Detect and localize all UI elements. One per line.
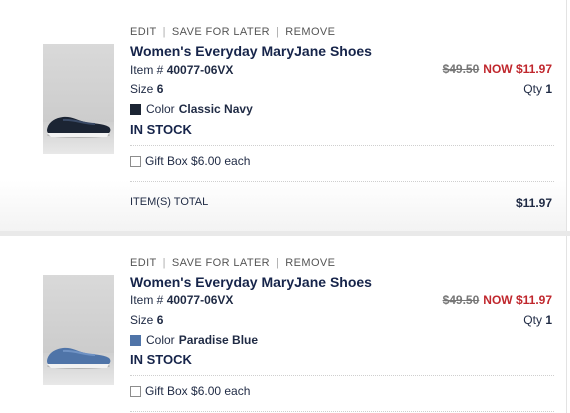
item-number-label: Item # [130,293,164,307]
cart-item-1: EDIT | SAVE FOR LATER | REMOVE Women's Every… [0,0,567,231]
size: Size 6 [130,313,163,327]
divider-line [130,145,554,146]
was-price: $49.50 [442,293,480,307]
color-swatch [130,334,141,346]
gift-box-checkbox[interactable] [130,385,141,397]
product-title[interactable]: Women's Everyday MaryJane Shoes [130,274,372,290]
remove-link[interactable]: REMOVE [285,257,335,269]
price: $49.50 NOW $11.97 [443,62,552,76]
gift-box-checkbox[interactable] [130,155,141,167]
shoe-icon [47,347,111,368]
item-number: Item # 40077-06VX [130,293,233,307]
color-label: Color [146,333,175,347]
gift-box-label[interactable]: Gift Box $6.00 each [145,154,250,168]
color-swatch [130,103,141,115]
shoe-icon [47,116,111,137]
was-price: $49.50 [442,62,480,76]
save-for-later-link[interactable]: SAVE FOR LATER [172,257,270,269]
item-number-label: Item # [130,63,164,77]
items-total-label: ITEM(S) TOTAL [130,196,209,208]
now-price: $11.97 [515,62,552,76]
divider: | [276,257,280,269]
now-label: NOW [483,293,513,307]
color-value: Classic Navy [178,102,253,116]
edit-link[interactable]: EDIT [130,257,157,269]
size-value: 6 [156,82,164,96]
product-title[interactable]: Women's Everyday MaryJane Shoes [130,43,372,59]
color: Color Paradise Blue [130,333,258,347]
divider-line [130,181,554,182]
size-value: 6 [156,313,164,327]
color-label: Color [146,102,175,116]
save-for-later-link[interactable]: SAVE FOR LATER [172,26,270,38]
quantity: Qty 1 [523,313,552,327]
cart-item-2: EDIT | SAVE FOR LATER | REMOVE Women's Every… [0,236,567,413]
product-image[interactable] [43,275,114,385]
divider-line [130,411,554,412]
qty-label: Qty [523,82,542,96]
remove-link[interactable]: REMOVE [285,26,335,38]
edit-link[interactable]: EDIT [130,26,157,38]
now-label: NOW [483,62,513,76]
now-price: $11.97 [515,293,552,307]
size-label: Size [130,313,154,327]
color: Color Classic Navy [130,102,253,116]
divider: | [162,257,166,269]
stock-status: IN STOCK [130,352,192,367]
color-value: Paradise Blue [178,333,259,347]
price: $49.50 NOW $11.97 [443,293,552,307]
gift-box-label[interactable]: Gift Box $6.00 each [145,384,250,398]
size-label: Size [130,82,154,96]
qty-value: 1 [545,82,552,96]
items-total-value: $11.97 [515,196,552,210]
item-number-value: 40077-06VX [166,63,234,77]
quantity: Qty 1 [523,82,552,96]
item-number: Item # 40077-06VX [130,63,233,77]
size: Size 6 [130,82,163,96]
qty-label: Qty [523,313,542,327]
divider: | [162,26,166,38]
divider: | [276,26,280,38]
gift-box-option: Gift Box $6.00 each [130,154,250,168]
product-image[interactable] [43,44,114,154]
stock-status: IN STOCK [130,122,192,137]
item-actions: EDIT | SAVE FOR LATER | REMOVE [130,257,335,269]
divider-line [130,375,554,376]
item-number-value: 40077-06VX [166,293,234,307]
gift-box-option: Gift Box $6.00 each [130,384,250,398]
item-actions: EDIT | SAVE FOR LATER | REMOVE [130,26,335,38]
qty-value: 1 [545,313,552,327]
